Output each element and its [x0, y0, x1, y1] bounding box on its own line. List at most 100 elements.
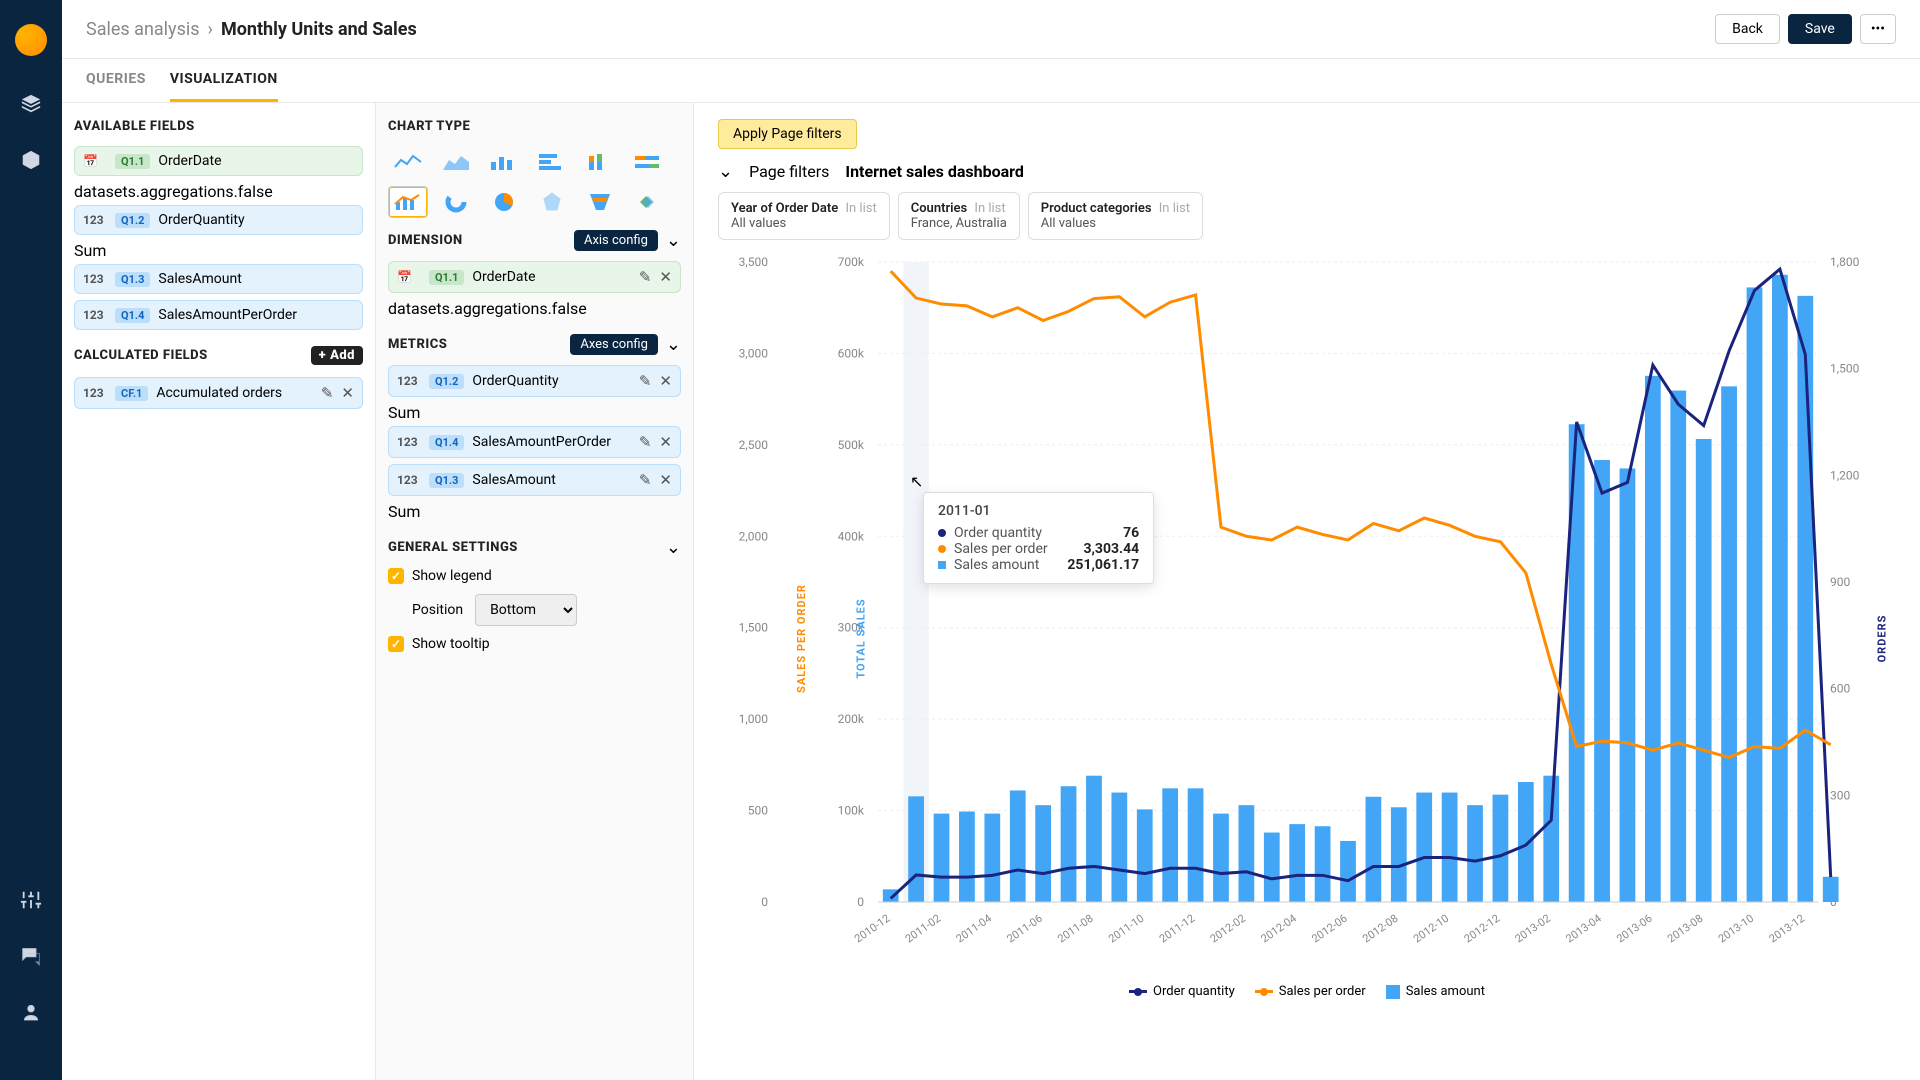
cube-icon[interactable] [19, 148, 43, 172]
chevron-right-icon: › [208, 19, 213, 40]
svg-text:1,500: 1,500 [739, 621, 769, 635]
chart-type-grid [388, 146, 681, 218]
show-legend-checkbox[interactable]: ✓ [388, 568, 404, 584]
svg-text:0: 0 [761, 895, 768, 909]
close-icon[interactable]: ✕ [659, 268, 672, 286]
svg-text:2011-06: 2011-06 [1005, 912, 1045, 946]
field-accumulated-orders[interactable]: 123 CF.1 Accumulated orders ✎✕ [74, 377, 363, 409]
legend-line-icon [1129, 990, 1147, 993]
close-icon[interactable]: ✕ [659, 471, 672, 489]
add-calc-field-button[interactable]: +Add [311, 346, 363, 365]
user-icon[interactable] [19, 1000, 43, 1024]
axis-config-button[interactable]: Axis config [574, 230, 658, 251]
svg-text:2011-04: 2011-04 [954, 912, 994, 946]
page-filters-label: Page filters [749, 162, 829, 181]
plus-icon: + [319, 348, 327, 363]
svg-text:2013-12: 2013-12 [1767, 912, 1807, 946]
app-logo-icon [15, 24, 47, 56]
chevron-down-icon[interactable]: ⌄ [666, 334, 681, 355]
apply-page-filters-button[interactable]: Apply Page filters [718, 119, 857, 149]
chat-icon[interactable] [19, 944, 43, 968]
metrics-title: METRICS [388, 337, 447, 352]
stacked-h-bar-icon[interactable] [628, 146, 668, 178]
tab-visualization[interactable]: VISUALIZATION [170, 59, 278, 102]
svg-text:2013-08: 2013-08 [1665, 912, 1705, 946]
calculated-fields-title: CALCULATED FIELDS [74, 348, 208, 363]
chart-svg: 05001,0001,5002,0002,5003,0003,5000100k2… [718, 252, 1890, 972]
stacked-bar-icon[interactable] [580, 146, 620, 178]
svg-text:2011-12: 2011-12 [1157, 912, 1197, 946]
svg-text:2011-08: 2011-08 [1055, 912, 1095, 946]
donut-chart-icon[interactable] [436, 186, 476, 218]
chart-legend: Order quantity Sales per order Sales amo… [718, 984, 1896, 999]
svg-text:2013-06: 2013-06 [1614, 912, 1654, 946]
field-salesamountperorder[interactable]: 123 Q1.4 SalesAmountPerOrder [74, 300, 363, 330]
svg-text:2,000: 2,000 [739, 529, 769, 543]
number-icon: 123 [397, 473, 421, 487]
svg-text:2010-12: 2010-12 [852, 912, 892, 946]
svg-text:300: 300 [1830, 788, 1850, 802]
edit-icon[interactable]: ✎ [639, 268, 652, 286]
breadcrumb-parent[interactable]: Sales analysis [86, 19, 200, 40]
svg-text:2011-10: 2011-10 [1106, 912, 1146, 946]
back-button[interactable]: Back [1715, 14, 1780, 44]
layers-icon[interactable] [19, 92, 43, 116]
main: Sales analysis › Monthly Units and Sales… [62, 0, 1920, 1080]
tab-queries[interactable]: QUERIES [86, 59, 146, 102]
filter-chip-categories[interactable]: Product categories In list All values [1028, 192, 1203, 240]
y-axis-sales-per-order: SALES PER ORDER [795, 584, 808, 693]
metric-orderquantity[interactable]: 123 Q1.2 OrderQuantity ✎✕ [388, 365, 681, 397]
svg-text:2012-10: 2012-10 [1411, 912, 1451, 946]
chevron-down-icon[interactable]: ⌄ [666, 537, 681, 558]
area-chart-icon[interactable] [436, 146, 476, 178]
edit-icon[interactable]: ✎ [639, 433, 652, 451]
funnel-chart-icon[interactable] [580, 186, 620, 218]
field-orderquantity[interactable]: 123 Q1.2 OrderQuantity [74, 205, 363, 235]
line-chart-icon[interactable] [388, 146, 428, 178]
dimension-orderdate[interactable]: 📅 Q1.1 OrderDate ✎✕ [388, 261, 681, 293]
close-icon[interactable]: ✕ [341, 384, 354, 402]
breadcrumb: Sales analysis › Monthly Units and Sales [86, 19, 417, 40]
bar-chart-icon[interactable] [484, 146, 524, 178]
axes-config-button[interactable]: Axes config [570, 334, 658, 355]
settings-icon[interactable] [19, 888, 43, 912]
filter-chip-countries[interactable]: Countries In list France, Australia [898, 192, 1020, 240]
svg-text:2012-06: 2012-06 [1309, 912, 1349, 946]
general-settings-title: GENERAL SETTINGS [388, 540, 518, 555]
close-icon[interactable]: ✕ [659, 372, 672, 390]
filter-chip-year[interactable]: Year of Order Date In list All values [718, 192, 890, 240]
combo-chart-icon[interactable] [388, 186, 428, 218]
chevron-down-icon[interactable]: ⌄ [718, 161, 733, 182]
svg-text:2013-10: 2013-10 [1716, 912, 1756, 946]
edit-icon[interactable]: ✎ [639, 372, 652, 390]
edit-icon[interactable]: ✎ [321, 384, 334, 402]
chart[interactable]: SALES PER ORDER TOTAL SALES ORDERS 05001… [718, 252, 1896, 1022]
svg-text:1,500: 1,500 [1830, 362, 1860, 376]
nav-rail [0, 0, 62, 1080]
svg-text:900: 900 [1830, 575, 1850, 589]
h-bar-chart-icon[interactable] [532, 146, 572, 178]
pie-chart-icon[interactable] [484, 186, 524, 218]
available-fields-panel: AVAILABLE FIELDS 📅 Q1.1 OrderDate datase… [62, 103, 376, 1080]
scatter-chart-icon[interactable] [628, 186, 668, 218]
square-icon [938, 561, 946, 569]
edit-icon[interactable]: ✎ [639, 471, 652, 489]
field-orderdate[interactable]: 📅 Q1.1 OrderDate [74, 146, 363, 176]
legend-position-select[interactable]: Bottom [475, 594, 577, 626]
radar-chart-icon[interactable] [532, 186, 572, 218]
save-button[interactable]: Save [1788, 14, 1852, 44]
header: Sales analysis › Monthly Units and Sales… [62, 0, 1920, 59]
more-button[interactable]: ••• [1860, 14, 1896, 44]
close-icon[interactable]: ✕ [659, 433, 672, 451]
chart-type-title: CHART TYPE [388, 119, 681, 134]
field-salesamount[interactable]: 123 Q1.3 SalesAmount [74, 264, 363, 294]
show-tooltip-checkbox[interactable]: ✓ [388, 636, 404, 652]
chevron-down-icon[interactable]: ⌄ [666, 230, 681, 251]
svg-text:1,200: 1,200 [1830, 468, 1860, 482]
metric-salesamountperorder[interactable]: 123 Q1.4 SalesAmountPerOrder ✎✕ [388, 426, 681, 458]
config-panel: CHART TYPE DIMENSION Axis config [376, 103, 694, 1080]
metric-salesamount[interactable]: 123 Q1.3 SalesAmount ✎✕ [388, 464, 681, 496]
number-icon: 123 [83, 386, 107, 400]
chart-tooltip: 2011-01 Order quantity76 Sales per order… [923, 492, 1154, 584]
number-icon: 123 [83, 308, 107, 322]
